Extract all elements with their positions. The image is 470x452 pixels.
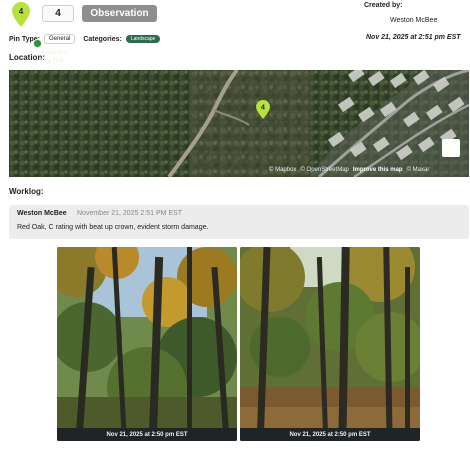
location-map[interactable] [9, 70, 469, 177]
observation-type-button[interactable]: Observation [82, 5, 157, 22]
satellite-imagery [9, 70, 469, 177]
pin-icon-number: 4 [19, 7, 24, 16]
attribution-maxar[interactable]: © Maxar [407, 167, 430, 173]
map-marker-icon[interactable]: 4 [255, 100, 271, 122]
park-label-line1: Carolina Bay [36, 50, 68, 56]
map-attribution: © Mapbox © OpenStreetMap Improve this ma… [269, 164, 429, 175]
attribution-osm[interactable]: © OpenStreetMap [300, 167, 348, 173]
categories-label: Categories: [83, 35, 122, 43]
category-tag: Landscape [125, 35, 161, 43]
pin-meta-row: Pin Type: General Categories: Landscape [9, 32, 161, 46]
pin-type-tag: General [43, 34, 76, 44]
park-label-line2: Dog Park [40, 57, 64, 64]
worklog-label: Worklog: [9, 187, 44, 196]
photo-1-caption: Nov 21, 2025 at 2:50 pm EST [57, 428, 237, 441]
created-by-label: Created by: [364, 2, 403, 9]
improve-map-link[interactable]: Improve this map [353, 167, 403, 173]
created-date: Nov 21, 2025 at 2:51 pm EST [366, 34, 461, 41]
attribution-mapbox[interactable]: © Mapbox [269, 167, 296, 173]
created-by-name: Weston McBee [390, 17, 438, 24]
map-expand-button[interactable] [442, 139, 460, 157]
photo-2-caption: Nov 21, 2025 at 2:50 pm EST [240, 428, 420, 441]
park-label: Carolina Bay Dog Park [16, 50, 88, 66]
map-marker-number: 4 [261, 105, 265, 112]
worklog-date: November 21, 2025 2:51 PM EST [77, 210, 183, 217]
worklog-text: Red Oak, C rating with beat up crown, ev… [17, 224, 209, 231]
worklog-photo-2[interactable]: Nov 21, 2025 at 2:50 pm EST [240, 247, 420, 441]
park-icon [33, 39, 42, 48]
pin-number-field[interactable]: 4 [42, 5, 74, 22]
worklog-author: Weston McBee [17, 210, 67, 217]
map-pin-icon: 4 [11, 2, 31, 28]
worklog-photo-1[interactable]: Nov 21, 2025 at 2:50 pm EST [57, 247, 237, 441]
